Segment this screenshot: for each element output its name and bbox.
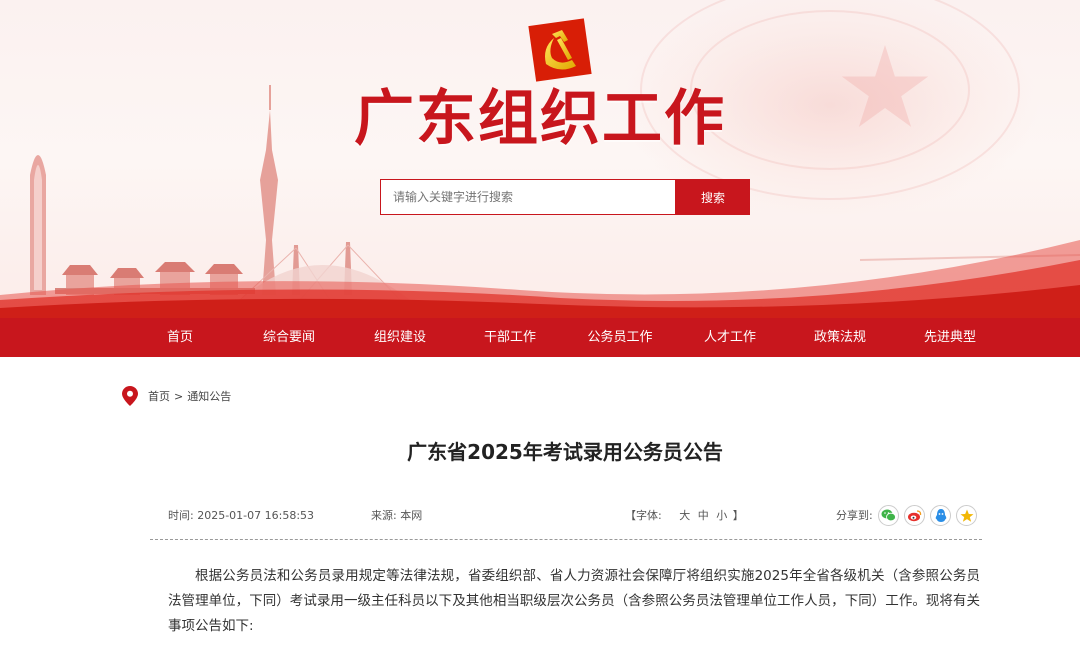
search-button[interactable]: 搜索 xyxy=(676,179,750,215)
wechat-icon[interactable] xyxy=(878,505,899,526)
location-pin-icon xyxy=(122,386,138,406)
breadcrumb-home-link[interactable]: 首页 xyxy=(148,388,170,404)
font-size-medium-button[interactable]: 中 xyxy=(698,509,709,522)
font-size-large-button[interactable]: 大 xyxy=(679,509,690,522)
breadcrumb-current[interactable]: 通知公告 xyxy=(187,388,231,404)
qzone-icon[interactable] xyxy=(956,505,977,526)
nav-item-news[interactable]: 综合要闻 xyxy=(263,318,315,357)
search-input[interactable] xyxy=(380,179,676,215)
party-emblem-icon xyxy=(528,18,592,82)
font-size-small-button[interactable]: 小 xyxy=(716,509,727,522)
site-title: 广东组织工作 xyxy=(354,84,726,154)
share-label: 分享到: xyxy=(836,509,873,522)
nav-item-models[interactable]: 先进典型 xyxy=(924,318,976,357)
nav-item-home[interactable]: 首页 xyxy=(167,318,193,357)
nav-item-policy[interactable]: 政策法规 xyxy=(814,318,866,357)
article-source: 来源: 本网 xyxy=(371,509,423,522)
nav-item-talent[interactable]: 人才工作 xyxy=(704,318,756,357)
font-size-switcher: 【字体: 大 中 小 】 xyxy=(625,507,744,525)
article-body-paragraph: 根据公务员法和公务员录用规定等法律法规，省委组织部、省人力资源社会保障厅将组织实… xyxy=(168,568,980,634)
nav-item-civil-servant[interactable]: 公务员工作 xyxy=(587,318,652,357)
main-nav: 首页 综合要闻 组织建设 干部工作 公务员工作 人才工作 政策法规 先进典型 xyxy=(0,318,1080,357)
weibo-icon[interactable] xyxy=(904,505,925,526)
nav-item-organization[interactable]: 组织建设 xyxy=(374,318,426,357)
meta-divider xyxy=(150,539,982,540)
font-size-prefix: 【字体: xyxy=(625,509,662,522)
qq-icon[interactable] xyxy=(930,505,951,526)
publish-time: 时间: 2025-01-07 16:58:53 xyxy=(168,509,315,522)
font-size-suffix: 】 xyxy=(732,509,744,522)
article-title: 广东省2025年考试录用公务员公告 xyxy=(407,440,723,464)
breadcrumb-separator: > xyxy=(174,389,184,403)
breadcrumb: 首页 > 通知公告 xyxy=(122,386,231,406)
nav-item-cadre[interactable]: 干部工作 xyxy=(484,318,536,357)
header-banner: 广东组织工作 搜索 首页 综合要闻 组织建设 干部工作 公务员工作 人才工作 政… xyxy=(0,0,1080,357)
